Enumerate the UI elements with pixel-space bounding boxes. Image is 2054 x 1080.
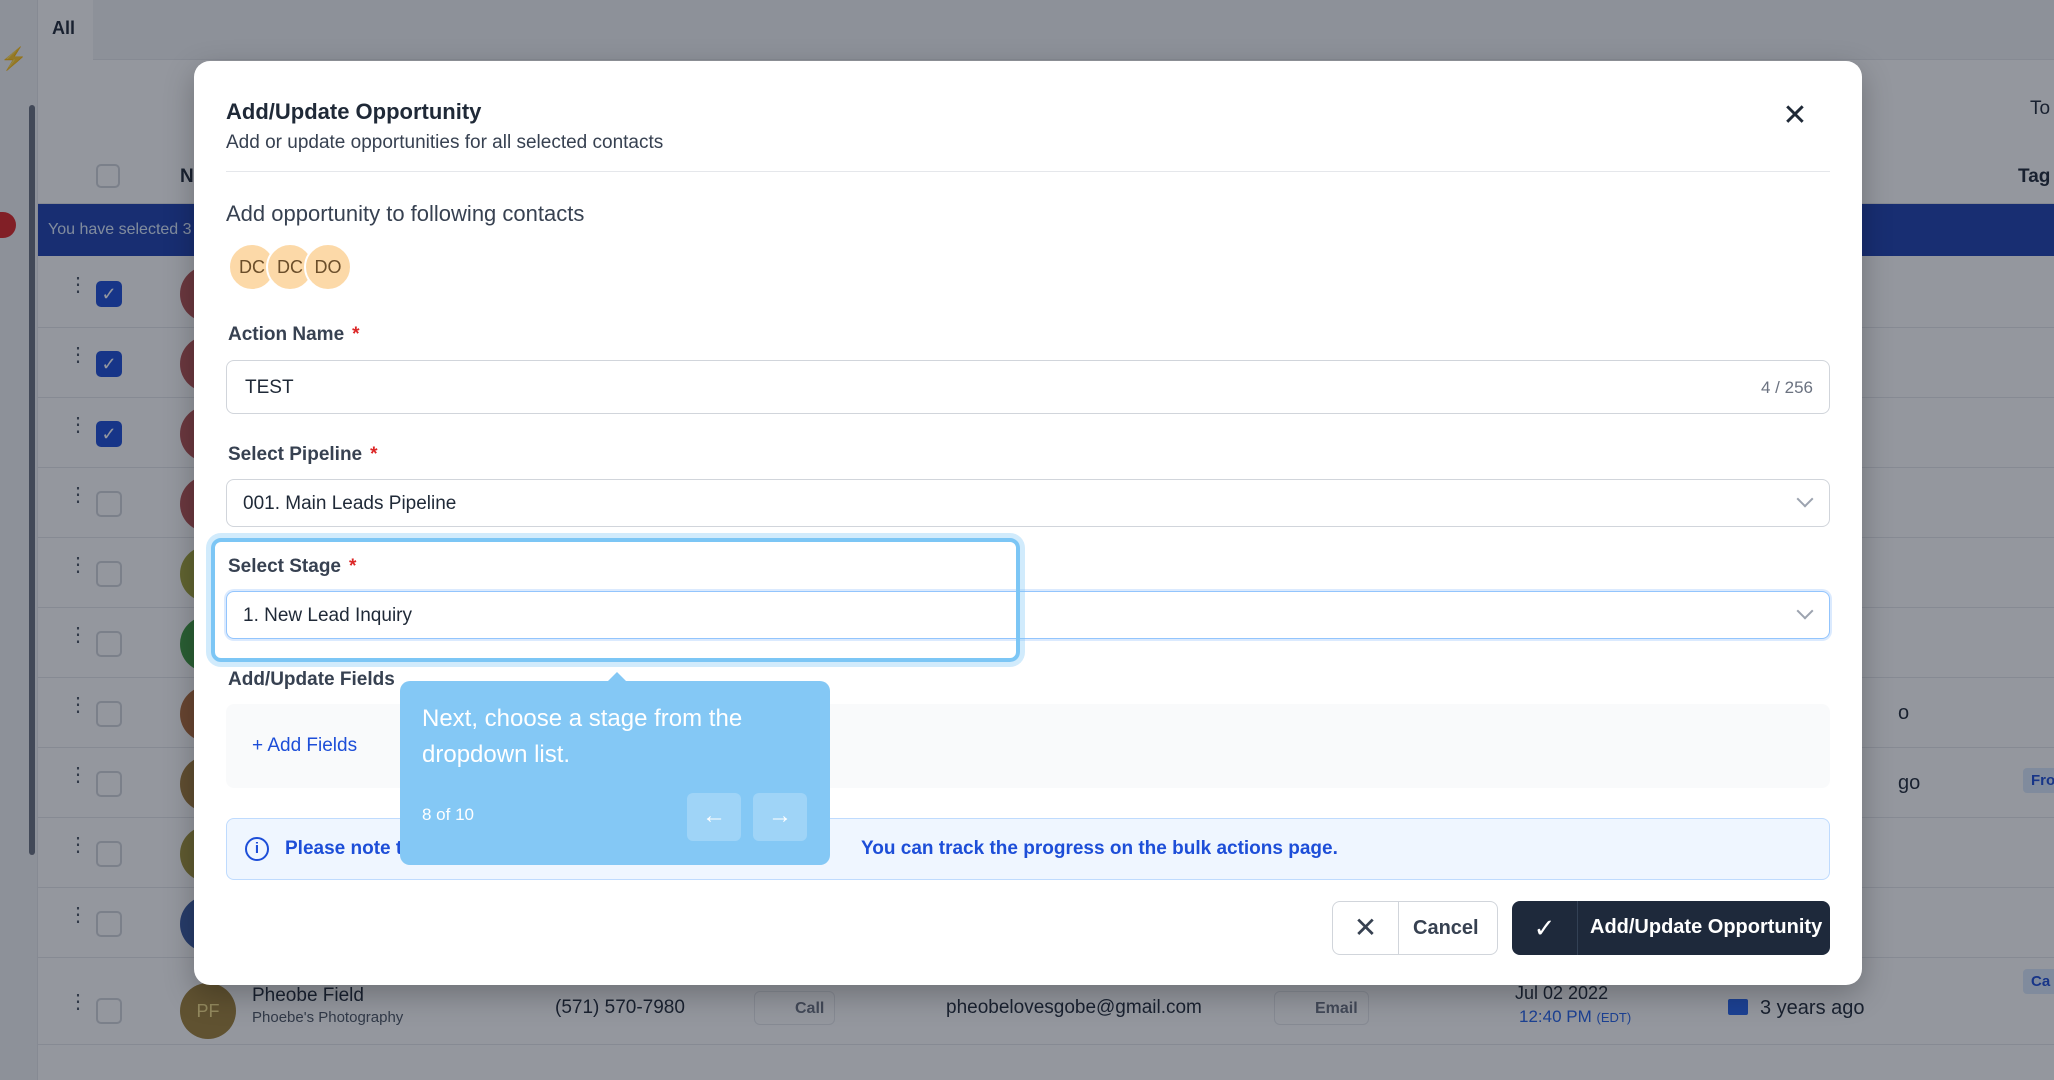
tour-tooltip: Next, choose a stage from the dropdown l… <box>400 681 830 865</box>
note-text-end: You can track the progress on the bulk a… <box>861 838 1338 859</box>
submit-label: Add/Update Opportunity <box>1590 916 1823 938</box>
arrow-left-icon[interactable]: ← <box>687 793 741 841</box>
action-name-input[interactable]: TEST 4 / 256 <box>226 360 1830 414</box>
close-icon: ✕ <box>1333 902 1399 954</box>
cancel-label: Cancel <box>1413 917 1479 939</box>
info-icon: i <box>245 837 269 861</box>
cancel-button[interactable]: ✕ Cancel <box>1332 901 1498 955</box>
divider <box>226 171 1830 172</box>
pipeline-label: Select Pipeline * <box>228 444 378 466</box>
pipeline-value: 001. Main Leads Pipeline <box>243 493 457 514</box>
avatar[interactable]: DO <box>304 243 352 291</box>
add-fields-link[interactable]: + Add Fields <box>252 735 357 757</box>
tour-text: Next, choose a stage from the dropdown l… <box>422 705 743 768</box>
note-text-start: Please note t <box>285 838 403 859</box>
pipeline-select[interactable]: 001. Main Leads Pipeline <box>226 479 1830 527</box>
dialog-subtitle: Add or update opportunities for all sele… <box>226 132 664 153</box>
chevron-down-icon <box>1796 490 1814 508</box>
required-mark: * <box>352 324 360 345</box>
arrow-right-icon[interactable]: → <box>753 793 807 841</box>
check-icon: ✓ <box>1512 901 1578 955</box>
fields-label: Add/Update Fields <box>228 669 395 690</box>
required-mark: * <box>370 444 378 465</box>
close-icon[interactable]: ✕ <box>1780 101 1810 131</box>
action-name-label-text: Action Name <box>228 324 345 345</box>
dialog-title: Add/Update Opportunity <box>226 99 482 124</box>
tour-highlight <box>211 538 1020 662</box>
chevron-down-icon <box>1796 602 1814 620</box>
action-name-label: Action Name * <box>228 324 360 346</box>
character-counter: 4 / 256 <box>1761 378 1813 397</box>
action-name-value: TEST <box>245 377 294 398</box>
tour-step-counter: 8 of 10 <box>422 805 474 824</box>
add-update-opportunity-button[interactable]: ✓ Add/Update Opportunity <box>1512 901 1830 955</box>
pipeline-label-text: Select Pipeline <box>228 444 363 465</box>
contacts-heading: Add opportunity to following contacts <box>226 201 585 226</box>
